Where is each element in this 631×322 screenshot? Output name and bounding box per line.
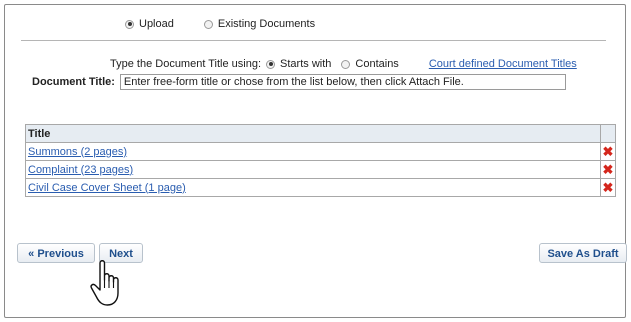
contains-radio-button[interactable] xyxy=(341,59,351,69)
document-upload-panel: Upload Existing Documents Type the Docum… xyxy=(4,4,627,318)
upload-radio-button[interactable] xyxy=(125,19,134,29)
upload-radio-option[interactable]: Upload xyxy=(125,18,174,30)
document-title-row: Document Title: xyxy=(32,74,566,90)
document-title-input[interactable] xyxy=(119,74,566,90)
previous-button[interactable]: « Previous xyxy=(17,243,95,263)
starts-with-label: Starts with xyxy=(280,58,332,70)
document-title-link[interactable]: Civil Case Cover Sheet (1 page) xyxy=(28,182,186,194)
upload-mode-radio-group: Upload Existing Documents xyxy=(5,18,625,30)
section-divider xyxy=(21,40,606,41)
existing-documents-radio-option[interactable]: Existing Documents xyxy=(203,18,316,30)
existing-documents-radio-button[interactable] xyxy=(203,19,213,29)
title-column-header: Title xyxy=(25,124,601,143)
upload-radio-label: Upload xyxy=(139,18,174,30)
contains-radio-option[interactable]: Contains xyxy=(341,58,399,70)
table-row: Summons (2 pages) ✖ xyxy=(25,142,616,161)
document-titles-table: Title Summons (2 pages) ✖ Complaint (23 … xyxy=(25,124,616,197)
existing-documents-radio-label: Existing Documents xyxy=(217,18,316,30)
contains-label: Contains xyxy=(355,58,399,70)
table-header-row: Title xyxy=(25,124,616,143)
starts-with-radio-button[interactable] xyxy=(266,59,276,69)
document-title-link[interactable]: Complaint (23 pages) xyxy=(28,164,133,176)
hand-pointer-icon xyxy=(90,260,119,306)
table-row: Complaint (23 pages) ✖ xyxy=(25,160,616,179)
delete-x-icon[interactable]: ✖ xyxy=(603,145,614,158)
document-title-link[interactable]: Summons (2 pages) xyxy=(28,146,127,158)
delete-column-header xyxy=(600,124,616,143)
delete-x-icon[interactable]: ✖ xyxy=(603,181,614,194)
save-as-draft-button[interactable]: Save As Draft xyxy=(539,243,627,263)
table-row: Civil Case Cover Sheet (1 page) ✖ xyxy=(25,178,616,197)
title-search-mode-row: Type the Document Title using: Starts wi… xyxy=(5,58,625,70)
starts-with-radio-option[interactable]: Starts with xyxy=(266,58,331,70)
document-title-label: Document Title: xyxy=(32,76,115,88)
delete-x-icon[interactable]: ✖ xyxy=(603,163,614,176)
search-mode-prompt: Type the Document Title using: xyxy=(110,58,262,70)
court-defined-titles-link[interactable]: Court defined Document Titles xyxy=(429,58,577,70)
